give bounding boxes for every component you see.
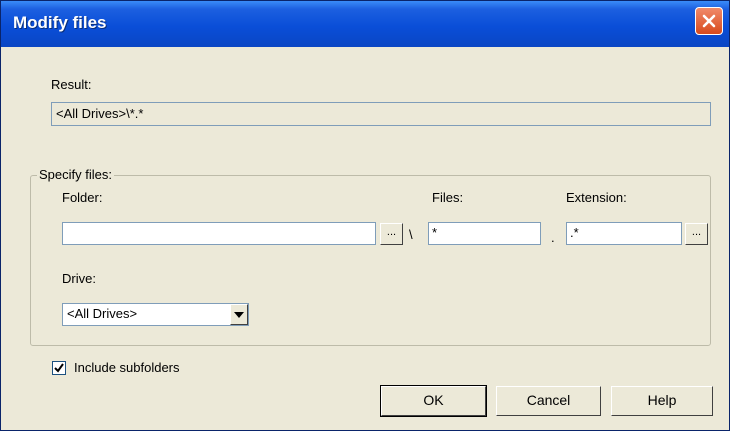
close-icon [702, 14, 716, 28]
include-subfolders-label[interactable]: Include subfolders [74, 360, 180, 375]
include-subfolders-checkbox[interactable] [52, 361, 66, 375]
specify-files-label: Specify files: [37, 167, 114, 182]
dialog-window: Modify files Result: <All Drives>\*.* Sp… [0, 0, 730, 431]
drive-value: <All Drives> [67, 306, 138, 321]
close-button[interactable] [695, 7, 723, 35]
files-input[interactable]: * [428, 222, 541, 245]
browse-folder-button[interactable]: ... [380, 223, 403, 245]
cancel-button[interactable]: Cancel [496, 386, 601, 416]
result-value: <All Drives>\*.* [56, 106, 144, 121]
files-label: Files: [432, 190, 464, 205]
chevron-down-icon [234, 312, 244, 318]
window-title: Modify files [13, 13, 107, 32]
help-button[interactable]: Help [611, 386, 713, 416]
extension-dot: . [551, 230, 555, 245]
extension-label: Extension: [566, 190, 627, 205]
drive-label: Drive: [62, 271, 96, 286]
drive-select[interactable]: <All Drives> [62, 303, 249, 326]
ok-button[interactable]: OK [380, 385, 487, 417]
extension-input[interactable]: .* [566, 222, 682, 245]
title-bar[interactable]: Modify files [1, 1, 729, 47]
drive-dropdown-button[interactable] [230, 304, 248, 325]
path-separator: \ [409, 227, 413, 242]
result-field: <All Drives>\*.* [51, 102, 711, 126]
checkmark-icon [54, 363, 64, 373]
folder-input[interactable] [62, 222, 376, 245]
browse-extension-button[interactable]: ... [685, 223, 708, 245]
folder-label: Folder: [62, 190, 103, 205]
result-label: Result: [51, 77, 92, 92]
